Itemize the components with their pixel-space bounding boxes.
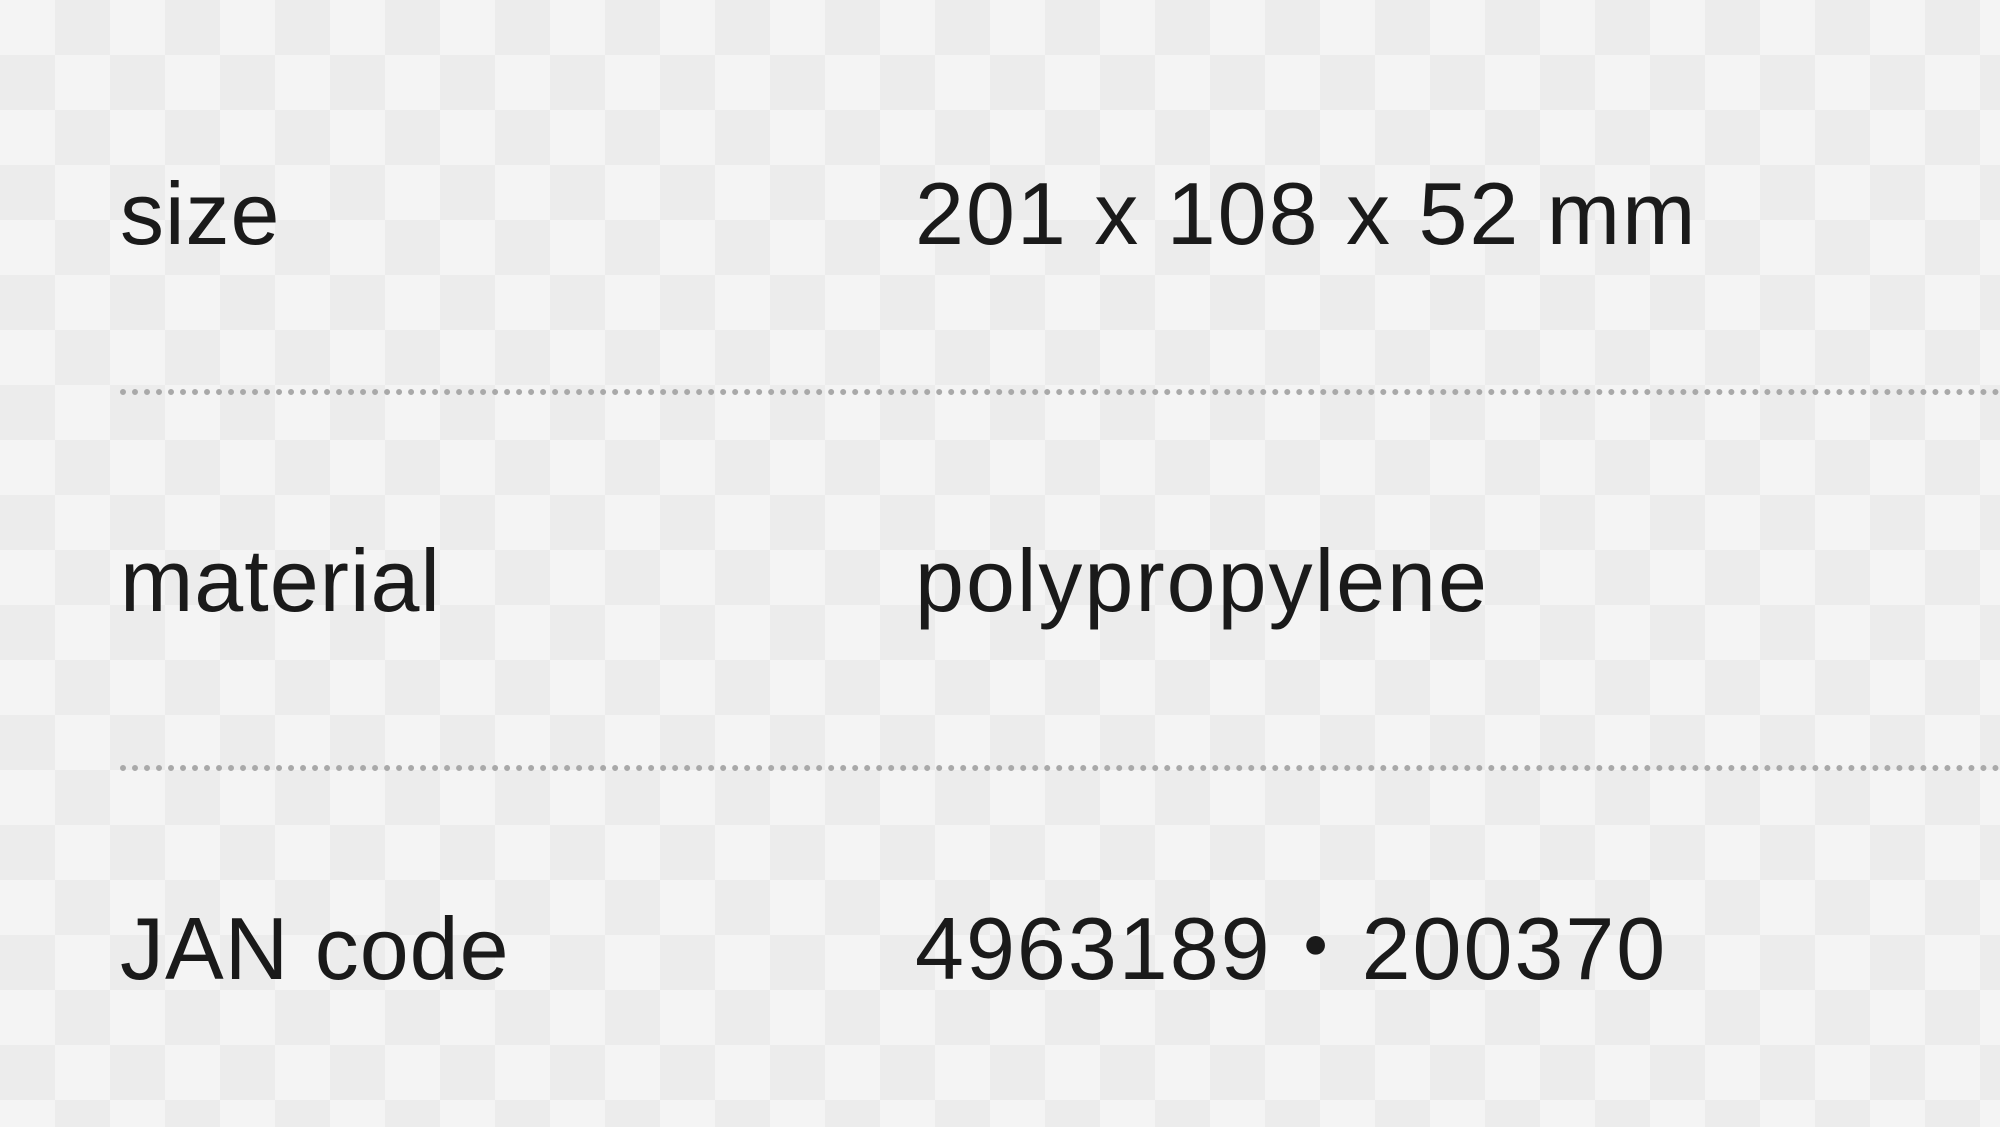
spec-row-jan-code: JAN code 4963189・200370 [120, 771, 2000, 1127]
spec-value-jan-code: 4963189・200370 [915, 899, 1668, 998]
spec-label-jan-code: JAN code [120, 899, 510, 998]
spec-row-material: material polypropylene [120, 395, 2000, 765]
spec-label-size: size [120, 163, 281, 263]
spec-label-material: material [120, 531, 441, 630]
spec-table: size 201 x 108 x 52 mm material polyprop… [120, 0, 2000, 1127]
spec-value-size: 201 x 108 x 52 mm [915, 163, 1698, 263]
spec-value-material: polypropylene [915, 531, 1489, 630]
spec-row-size: size 201 x 108 x 52 mm [120, 0, 2000, 389]
